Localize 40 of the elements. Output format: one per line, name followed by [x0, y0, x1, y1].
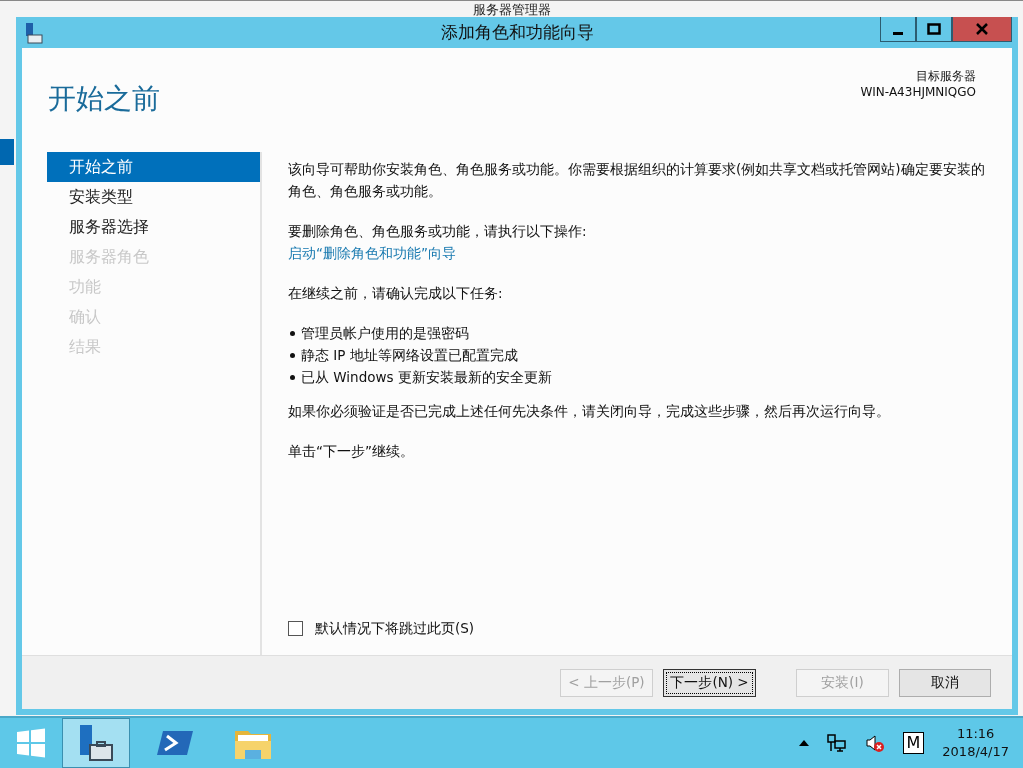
muted-speaker-icon[interactable] — [864, 733, 885, 753]
input-method-indicator[interactable]: M — [902, 732, 925, 754]
task-text: 管理员帐户使用的是强密码 — [301, 324, 469, 343]
wizard-button[interactable]: 下一步(N) > — [663, 668, 756, 697]
wizard-button[interactable]: 取消 — [899, 668, 991, 697]
minimize-icon — [893, 31, 903, 35]
next-hint-text: 单击“下一步”继续。 — [288, 442, 415, 461]
selected-row-highlight — [0, 139, 14, 165]
server-icon — [24, 21, 44, 44]
clock-date[interactable]: 2018/4/17 — [942, 743, 1009, 761]
target-server-name: WIN-A43HJMNIQGO — [860, 84, 976, 100]
bullet-icon — [290, 352, 295, 358]
target-server-label: 目标服务器 — [915, 68, 976, 84]
maximize-icon — [927, 23, 941, 35]
wizard-step[interactable]: 服务器选择 — [47, 212, 260, 242]
tray-arrow-icon[interactable] — [798, 740, 809, 746]
close-icon — [975, 23, 989, 35]
window-title: 添加角色和功能向导 — [440, 21, 594, 44]
remove-wizard-link[interactable]: 启动“删除角色和功能”向导 — [288, 245, 456, 261]
remove-text: 要删除角色、角色服务或功能，请执行以下操作: — [288, 222, 588, 241]
bullet-icon — [290, 374, 295, 380]
server-manager-icon[interactable] — [62, 718, 130, 768]
bullet-icon — [290, 330, 295, 336]
verify-text: 如果你必须验证是否已完成上述任何先决条件，请关闭向导，完成这些步骤，然后再次运行向导。 — [288, 402, 891, 421]
intro-text: 该向导可帮助你安装角色、角色服务或功能。你需要根据组织的计算要求(例如共享文档或托管网站)确定要安装的角色、角色服务或功能。 — [288, 160, 986, 201]
checkbox[interactable] — [288, 620, 303, 636]
task-text: 已从 Windows 更新安装最新的安全更新 — [301, 368, 552, 387]
page-title: 开始之前 — [48, 81, 160, 117]
before-text: 在继续之前，请确认完成以下任务: — [288, 284, 504, 303]
wizard-step[interactable]: 安装类型 — [47, 182, 260, 212]
network-icon[interactable] — [826, 733, 847, 753]
maximize-button[interactable] — [916, 17, 952, 42]
four-panes-icon — [15, 727, 47, 759]
minimize-button[interactable] — [880, 17, 916, 42]
clock-time[interactable]: 11:16 — [942, 725, 1009, 743]
close-button[interactable] — [952, 17, 1012, 42]
checkbox-label[interactable]: 默认情况下将跳过此页(S) — [315, 617, 475, 639]
window-title: 服务器管理器 — [471, 1, 552, 17]
wizard-step[interactable]: 开始之前 — [47, 152, 260, 182]
task-text: 静态 IP 地址等网络设置已配置完成 — [301, 346, 518, 365]
